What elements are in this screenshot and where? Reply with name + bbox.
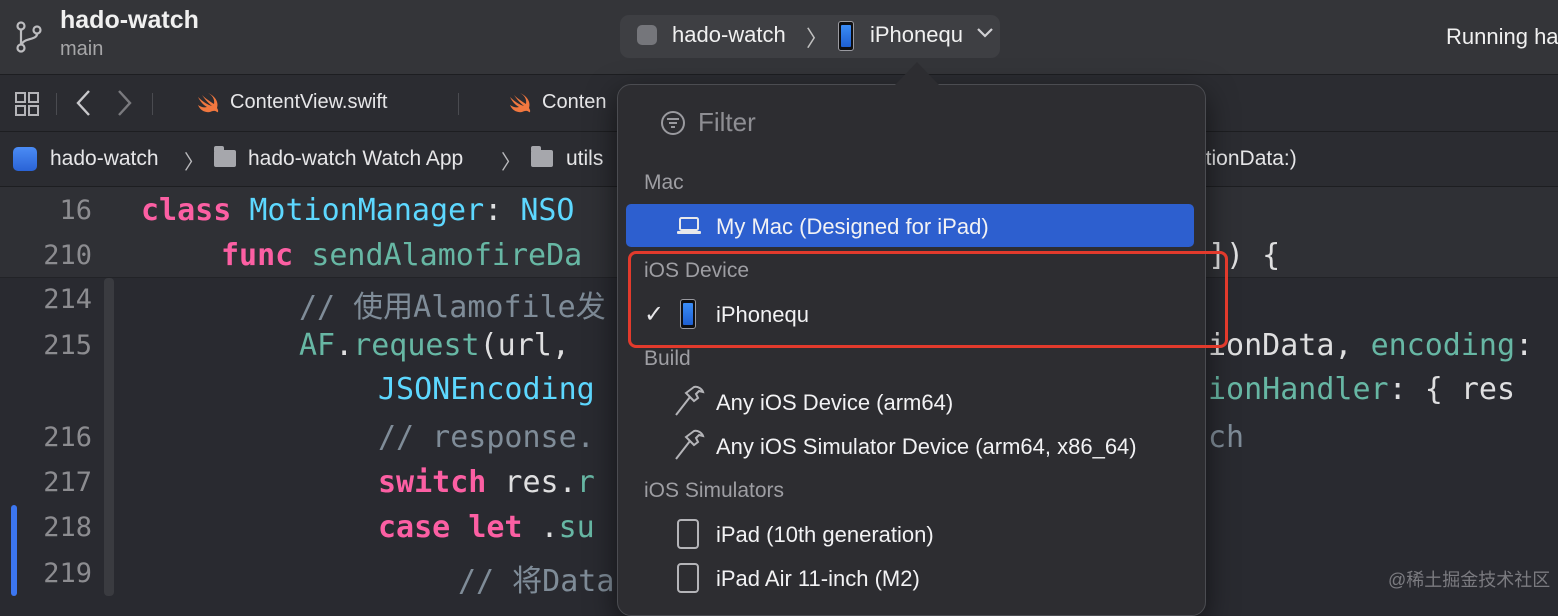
breadcrumb-item-project[interactable]: hado-watch <box>50 147 159 171</box>
branch-name[interactable]: main <box>60 38 103 61</box>
section-header-ios-simulators: iOS Simulators <box>644 479 785 502</box>
branch-icon[interactable] <box>14 20 44 54</box>
code-line[interactable]: // 将Data <box>458 556 614 600</box>
scheme-name[interactable]: hado-watch <box>672 22 786 48</box>
code-line[interactable]: // 使用Alamofile发 <box>299 282 606 326</box>
divider <box>56 93 57 115</box>
destination-item-ipad-air[interactable]: iPad Air 11-inch (M2) <box>716 566 920 592</box>
app-icon <box>13 147 37 171</box>
destination-label-my-mac[interactable]: My Mac (Designed for iPad) <box>716 214 989 240</box>
breadcrumb-item-utils[interactable]: utils <box>566 147 603 171</box>
breadcrumb-separator: 〉 <box>184 152 204 174</box>
line-number[interactable]: 210 <box>0 240 92 271</box>
divider <box>152 93 153 115</box>
chevron-down-icon[interactable] <box>976 27 994 39</box>
laptop-icon <box>677 217 701 234</box>
line-number[interactable]: 214 <box>0 284 92 315</box>
line-number[interactable]: 216 <box>0 422 92 453</box>
line-number[interactable]: 219 <box>0 558 92 589</box>
code-line[interactable]: JSONEncoding <box>378 372 595 407</box>
line-number[interactable]: 16 <box>0 195 92 226</box>
iphone-icon <box>838 21 854 51</box>
hammer-icon <box>675 429 705 460</box>
code-line[interactable]: switch res.r <box>378 465 595 500</box>
destination-item-ipad-10th[interactable]: iPad (10th generation) <box>716 522 934 548</box>
watermark: @稀土掘金技术社区 <box>1388 570 1551 590</box>
forward-icon[interactable] <box>114 88 134 118</box>
code-line-continuation[interactable]: ionData, encoding: <box>1208 328 1533 363</box>
code-line[interactable]: class MotionManager: NSO <box>141 193 575 228</box>
breadcrumb-separator: 〉 <box>501 152 521 174</box>
code-line[interactable]: func sendAlamofireDa <box>221 238 582 273</box>
code-line[interactable]: // response. <box>378 420 595 455</box>
annotation-highlight-box <box>628 251 1228 348</box>
ipad-icon <box>677 563 699 593</box>
popover-arrow <box>895 62 939 85</box>
line-number[interactable]: 215 <box>0 330 92 361</box>
breadcrumb-item-function[interactable]: otionData:) <box>1194 147 1297 171</box>
filter-icon <box>661 111 685 135</box>
code-line-continuation[interactable]: ionHandler: { res <box>1208 372 1515 407</box>
code-fold-ribbon[interactable] <box>104 278 114 596</box>
code-line[interactable]: case let .su <box>378 510 595 545</box>
folder-icon <box>214 146 236 167</box>
app-scheme-icon <box>637 25 657 45</box>
destination-item-any-ios-device[interactable]: Any iOS Device (arm64) <box>716 390 953 416</box>
tab-content[interactable]: Conten <box>542 91 607 114</box>
related-items-icon[interactable] <box>14 91 40 117</box>
destination-item-any-ios-simulator[interactable]: Any iOS Simulator Device (arm64, x86_64) <box>716 434 1137 460</box>
code-line-continuation[interactable]: ch <box>1208 420 1244 455</box>
ipad-icon <box>677 519 699 549</box>
section-header-mac: Mac <box>644 171 684 194</box>
run-destination-name[interactable]: iPhonequ <box>870 22 963 48</box>
tab-contentview-swift[interactable]: ContentView.swift <box>230 91 388 114</box>
scheme-separator: 〉 <box>806 26 829 51</box>
swift-icon <box>198 93 219 113</box>
filter-input[interactable] <box>698 106 1178 138</box>
line-number[interactable]: 218 <box>0 512 92 543</box>
breadcrumb-item-watch-app[interactable]: hado-watch Watch App <box>248 147 463 171</box>
divider <box>458 93 459 115</box>
activity-status: Running ha <box>1446 24 1558 49</box>
swift-icon <box>510 93 531 113</box>
line-number[interactable]: 217 <box>0 467 92 498</box>
code-line[interactable]: AF.request(url, <box>299 328 570 363</box>
hammer-icon <box>675 385 705 416</box>
section-header-build: Build <box>644 347 691 370</box>
folder-icon <box>531 146 553 167</box>
project-name[interactable]: hado-watch <box>60 6 199 35</box>
back-icon[interactable] <box>74 88 94 118</box>
